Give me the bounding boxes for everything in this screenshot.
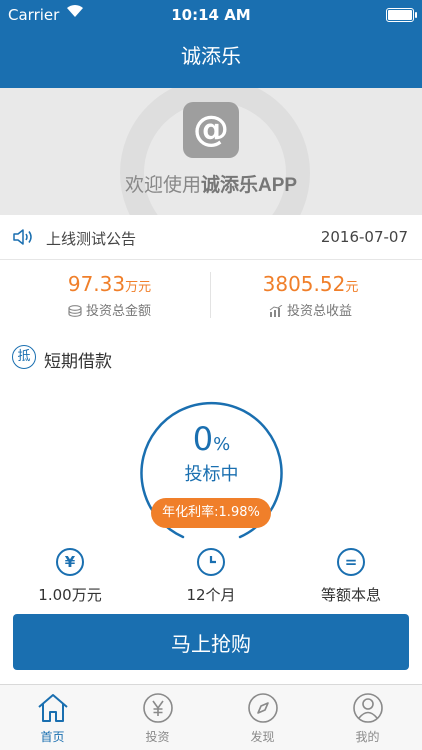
total-income-amount: 3805.52	[262, 272, 346, 296]
bidding-status: 投标中	[184, 464, 239, 485]
page-title: 诚添乐	[181, 44, 241, 68]
feature-repayment: = 等额本息	[281, 548, 421, 605]
yen-circle-icon	[105, 691, 210, 725]
tab-discover-label: 发现	[250, 730, 275, 744]
user-icon	[315, 691, 420, 725]
progress-percent: 0%	[135, 420, 288, 458]
progress-gauge[interactable]: 0% 投标中	[135, 398, 288, 551]
tab-bar: 首页 投资 发现 我的	[0, 684, 422, 750]
tab-mine-label: 我的	[355, 730, 380, 744]
status-time: 10:14 AM	[171, 6, 251, 24]
speaker-icon	[12, 227, 34, 247]
status-bar: Carrier 10:14 AM	[0, 0, 422, 30]
welcome-text: 欢迎使用诚添乐APP	[124, 174, 298, 196]
battery-icon	[386, 8, 417, 22]
feature-repayment-text: 等额本息	[320, 586, 381, 604]
bar-chart-icon	[269, 304, 283, 321]
feature-term-text: 12个月	[186, 586, 236, 604]
top-bar: Carrier 10:14 AM 诚添乐	[0, 0, 422, 88]
clock-icon	[197, 548, 225, 576]
tab-home-label: 首页	[40, 730, 65, 744]
total-invest-amount: 97.33	[67, 272, 126, 296]
product-name: 短期借款	[44, 352, 112, 372]
tab-home[interactable]: 首页	[0, 691, 105, 745]
total-invest-stat: 97.33万元 投资总金额	[0, 272, 211, 321]
notice-bar[interactable]: 上线测试公告 2016-07-07	[0, 215, 422, 260]
coins-icon	[68, 305, 82, 321]
feature-term: 12个月	[141, 548, 281, 605]
total-income-label: 投资总收益	[286, 304, 352, 319]
yen-icon: ¥	[56, 548, 84, 576]
product-features: ¥ 1.00万元 12个月 = 等额本息	[0, 548, 422, 606]
total-income-stat: 3805.52元 投资总收益	[211, 272, 422, 321]
tab-invest-label: 投资	[145, 730, 170, 744]
total-invest-unit: 万元	[125, 280, 152, 295]
compass-icon	[210, 691, 315, 725]
welcome-banner[interactable]: @ 欢迎使用诚添乐APP	[0, 88, 422, 215]
tab-discover[interactable]: 发现	[210, 691, 315, 745]
progress-value: 0	[192, 420, 214, 458]
home-icon	[0, 691, 105, 725]
tab-invest[interactable]: 投资	[105, 691, 210, 745]
app-logo-icon: @	[183, 102, 239, 158]
investment-stats: 97.33万元 投资总金额 3805.52元 投资总收益	[0, 262, 422, 330]
annual-rate-badge: 年化利率:1.98%	[151, 498, 271, 528]
notice-date: 2016-07-07	[320, 228, 408, 246]
total-invest-label: 投资总金额	[85, 304, 151, 319]
equal-icon: =	[337, 548, 365, 576]
tab-mine[interactable]: 我的	[315, 691, 420, 745]
buy-now-button[interactable]: 马上抢购	[13, 614, 409, 670]
feature-amount: ¥ 1.00万元	[0, 548, 140, 605]
feature-amount-text: 1.00万元	[38, 586, 102, 604]
product-badge: 抵	[12, 345, 36, 369]
progress-unit: %	[213, 434, 231, 455]
notice-title: 上线测试公告	[46, 230, 137, 248]
total-income-unit: 元	[345, 280, 359, 295]
